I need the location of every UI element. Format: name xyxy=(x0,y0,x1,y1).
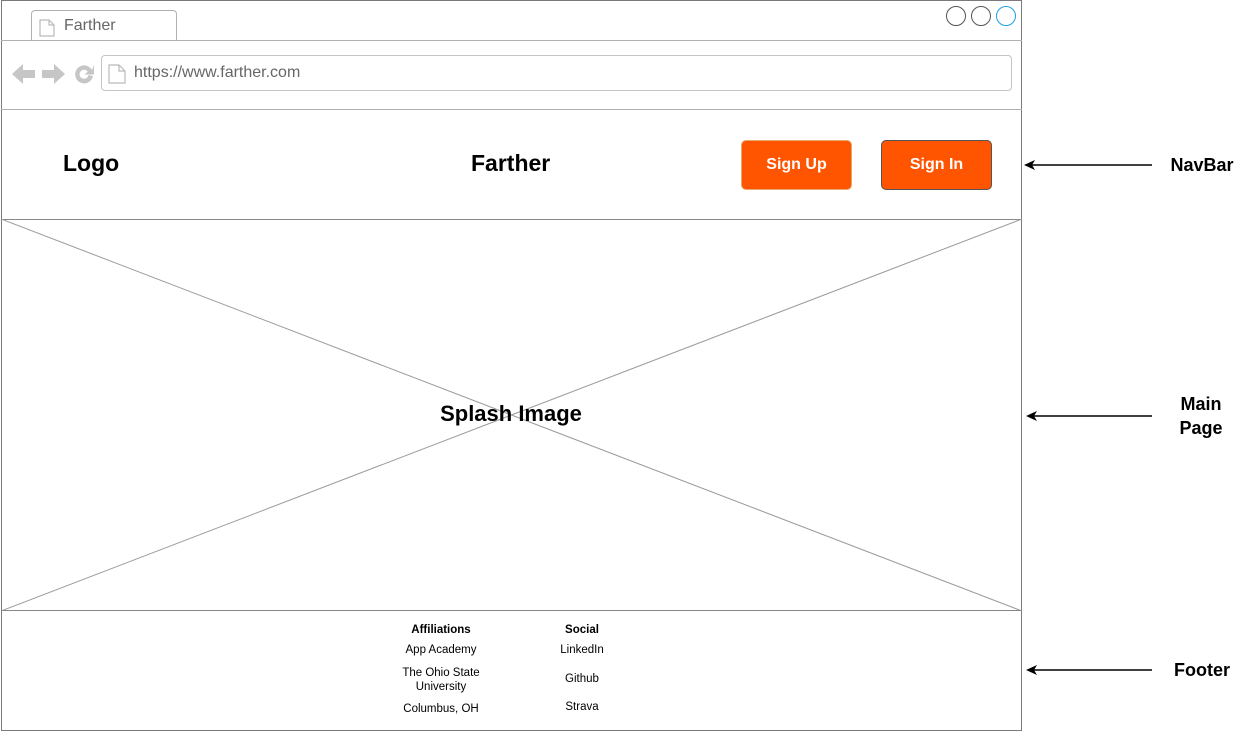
main-page-annotation: Main Page xyxy=(1160,392,1242,440)
forward-arrow-icon[interactable] xyxy=(41,62,65,91)
affiliation-columbus: Columbus, OH xyxy=(403,703,479,715)
tab-bar-divider xyxy=(1,40,1022,41)
footer-social: Social LinkedIn Github Strava xyxy=(542,624,622,713)
affiliation-app-academy[interactable]: App Academy xyxy=(381,644,501,656)
affiliation-ohio-state[interactable]: The Ohio State University xyxy=(400,666,482,694)
footer-divider xyxy=(1,610,1022,611)
footer-annotation: Footer xyxy=(1174,660,1230,680)
social-strava-link[interactable]: Strava xyxy=(542,701,622,713)
social-linkedin-link[interactable]: LinkedIn xyxy=(542,644,622,656)
maximize-button[interactable] xyxy=(971,6,991,26)
social-github-link[interactable]: Github xyxy=(542,673,622,685)
site-title: Farther xyxy=(471,150,551,176)
splash-image-label: Splash Image xyxy=(440,401,582,426)
main-page-arrow-icon xyxy=(1026,411,1152,421)
url-text: https://www.farther.com xyxy=(134,64,301,81)
reload-icon[interactable] xyxy=(72,62,96,91)
footer-affiliations: Affiliations App Academy The Ohio State … xyxy=(381,624,501,715)
page-icon xyxy=(108,64,126,89)
sign-up-button[interactable]: Sign Up xyxy=(741,140,852,190)
logo[interactable]: Logo xyxy=(63,150,119,177)
navbar-arrow-icon xyxy=(1024,160,1152,170)
address-bar-divider xyxy=(1,109,1022,110)
social-heading: Social xyxy=(565,624,599,636)
main-page-annotation-line2: Page xyxy=(1179,418,1223,438)
page-icon xyxy=(39,19,55,42)
tab-title: Farther xyxy=(64,17,116,34)
main-page-annotation-line1: Main xyxy=(1180,394,1222,414)
minimize-button[interactable] xyxy=(946,6,966,26)
navbar-annotation: NavBar xyxy=(1170,155,1234,175)
affiliations-heading: Affiliations xyxy=(411,624,471,636)
back-arrow-icon[interactable] xyxy=(12,62,36,91)
close-button[interactable] xyxy=(996,6,1016,26)
sign-in-button[interactable]: Sign In xyxy=(881,140,992,190)
browser-tab[interactable]: Farther xyxy=(31,10,177,41)
address-bar[interactable]: https://www.farther.com xyxy=(101,55,1012,91)
footer-arrow-icon xyxy=(1026,665,1152,675)
